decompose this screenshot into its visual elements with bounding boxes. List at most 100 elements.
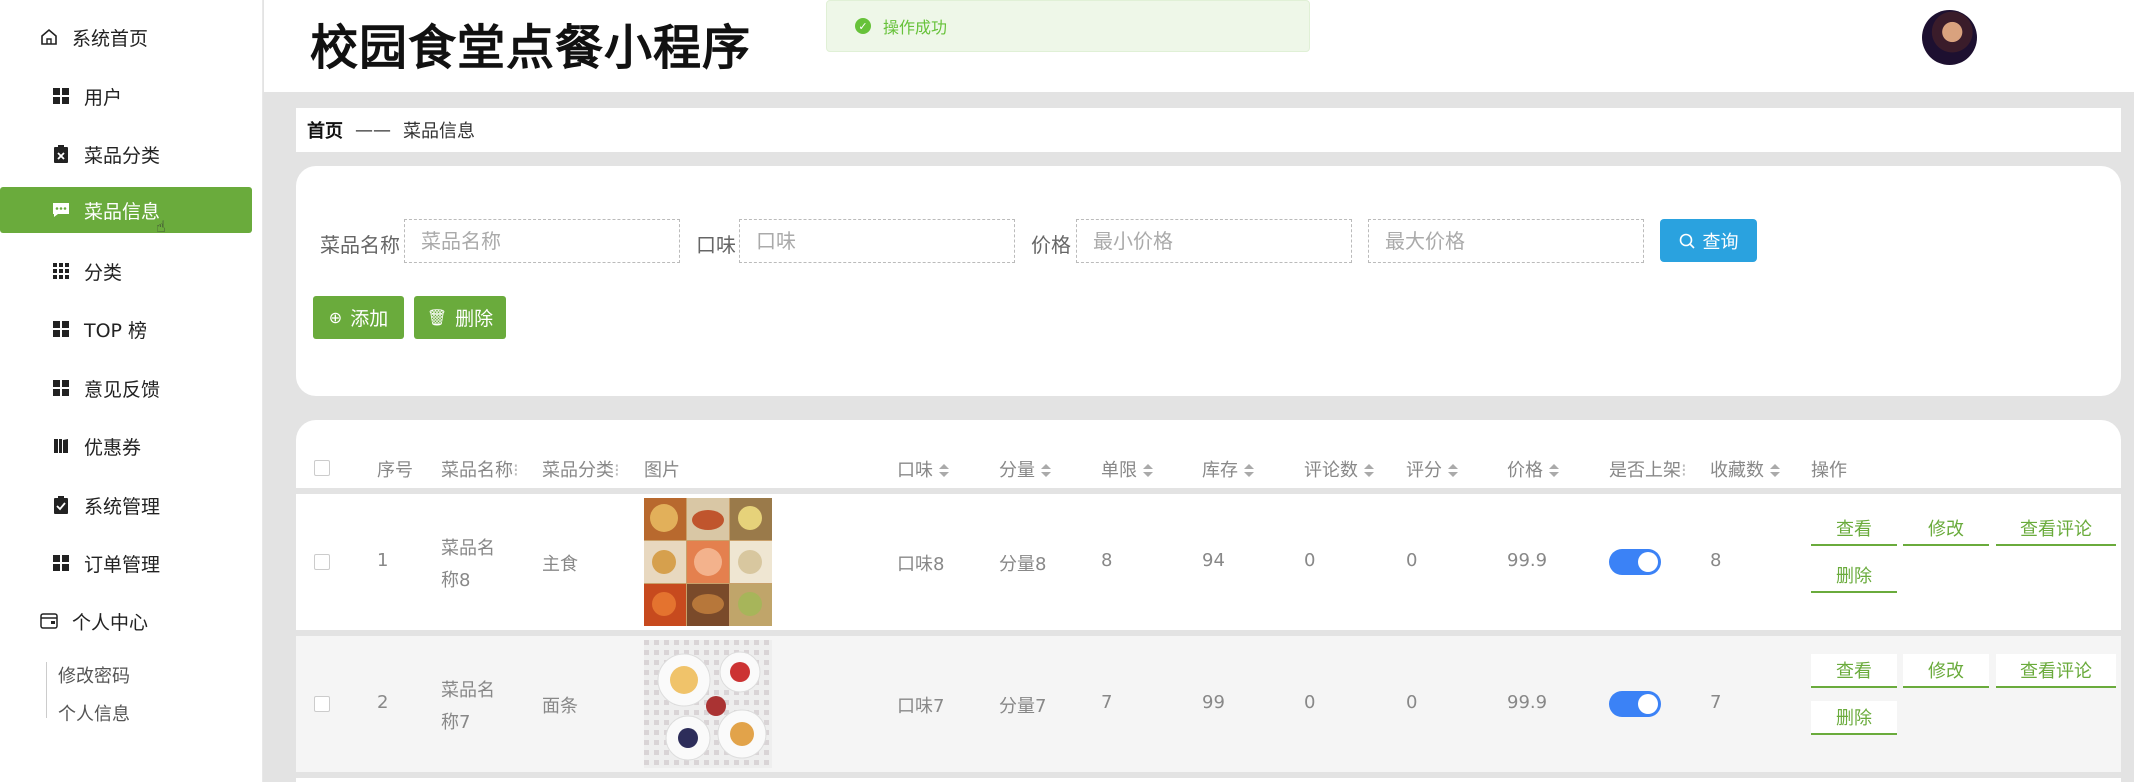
edit-button[interactable]: 修改: [1903, 512, 1989, 546]
query-button[interactable]: 查询: [1660, 219, 1757, 262]
edit-button[interactable]: 修改: [1903, 654, 1989, 688]
min-price-input[interactable]: [1076, 219, 1352, 263]
cell-category: 主食: [542, 554, 578, 575]
view-button[interactable]: 查看: [1811, 654, 1897, 688]
cell-name-line1: 菜品名: [441, 538, 495, 559]
col-name-label: 菜品名称: [441, 460, 513, 481]
cell-rating: 0: [1406, 692, 1418, 713]
cell-portion: 分量8: [999, 554, 1047, 575]
sidebar-item-profile[interactable]: 个人信息: [58, 700, 130, 726]
col-taste-label: 口味: [897, 460, 933, 481]
dish-thumbnail[interactable]: [644, 640, 772, 768]
cell-rating: 0: [1406, 550, 1418, 571]
cell-price: 99.9: [1507, 550, 1548, 571]
col-rating-label: 评分: [1406, 460, 1442, 481]
sidebar-item-category[interactable]: 分类: [0, 248, 252, 294]
dish-name-input[interactable]: [404, 219, 680, 263]
table-row: 2 菜品名 称7 面条 口味7 分量7 7 99 0 0 99.9 7 查看 修…: [296, 636, 2121, 772]
sidebar-item-label: 意见反馈: [84, 378, 161, 401]
sidebar-item-label: 分类: [84, 261, 123, 284]
col-taste[interactable]: 口味: [897, 456, 949, 482]
breadcrumb-home[interactable]: 首页: [307, 117, 343, 143]
col-on-shelf[interactable]: 是否上架⁝: [1609, 456, 1687, 482]
col-rating[interactable]: 评分: [1406, 456, 1458, 482]
cell-stock: 94: [1202, 550, 1225, 571]
taste-input[interactable]: [739, 219, 1015, 263]
col-favorites[interactable]: 收藏数: [1710, 456, 1780, 482]
sidebar-item-label: 系统管理: [84, 495, 161, 518]
col-stock[interactable]: 库存: [1202, 456, 1254, 482]
breadcrumb-current: 菜品信息: [403, 121, 475, 142]
row-checkbox[interactable]: [314, 554, 330, 570]
col-portion-label: 分量: [999, 460, 1035, 481]
sidebar-item-top[interactable]: TOP 榜: [0, 306, 252, 352]
col-limit[interactable]: 单限: [1101, 456, 1153, 482]
check-circle-icon: ✓: [855, 18, 871, 34]
cell-limit: 8: [1101, 550, 1113, 571]
col-index: 序号: [377, 460, 413, 481]
row-delete-button[interactable]: 删除: [1811, 559, 1897, 593]
view-button[interactable]: 查看: [1811, 512, 1897, 546]
sidebar-item-orders[interactable]: 订单管理: [0, 540, 252, 586]
max-price-input[interactable]: [1368, 219, 1644, 263]
col-actions: 操作: [1811, 460, 1847, 481]
sidebar-item-system[interactable]: 系统管理: [0, 482, 252, 528]
app-title: 校园食堂点餐小程序: [310, 20, 752, 76]
sidebar-item-label: 优惠券: [84, 436, 142, 459]
sidebar-item-dish-info[interactable]: 菜品信息 ☝: [0, 187, 252, 236]
cell-comments: 0: [1304, 692, 1316, 713]
add-button[interactable]: ⊕ 添加: [313, 296, 404, 339]
home-icon: [40, 28, 58, 46]
sort-icon: [1244, 464, 1254, 478]
grid-icon: [52, 554, 70, 572]
col-image: 图片: [644, 460, 680, 481]
row-checkbox[interactable]: [314, 696, 330, 712]
col-price[interactable]: 价格: [1507, 456, 1559, 482]
view-comments-button[interactable]: 查看评论: [1996, 654, 2116, 688]
col-comments[interactable]: 评论数: [1304, 456, 1374, 482]
sort-icon: [1143, 464, 1153, 478]
sort-icon: [1448, 464, 1458, 478]
select-all-checkbox[interactable]: [314, 460, 330, 476]
submenu-line: [46, 662, 47, 718]
sidebar-item-dish-category[interactable]: 菜品分类: [0, 131, 252, 177]
col-limit-label: 单限: [1101, 460, 1137, 481]
cell-limit: 7: [1101, 692, 1113, 713]
sidebar-item-label: 订单管理: [84, 553, 161, 576]
on-shelf-toggle[interactable]: [1609, 691, 1661, 717]
dish-thumbnail[interactable]: [644, 498, 772, 626]
col-comments-label: 评论数: [1304, 460, 1358, 481]
sort-icon: [1041, 464, 1051, 478]
sort-icon: [1364, 464, 1374, 478]
table-row: 1 菜品名 称8 主食 口味8 分量8 8 94 0 0 99.9 8 查看 修…: [296, 494, 2121, 630]
add-button-label: 添加: [350, 308, 389, 330]
sidebar-item-users[interactable]: 用户: [0, 73, 252, 119]
cell-name-line2: 称8: [441, 570, 471, 591]
cell-favorites: 7: [1710, 692, 1722, 713]
row-delete-button[interactable]: 删除: [1811, 701, 1897, 735]
col-category[interactable]: 菜品分类⁝: [542, 456, 620, 482]
avatar[interactable]: [1922, 10, 1977, 65]
col-price-label: 价格: [1507, 460, 1543, 481]
col-name[interactable]: 菜品名称⁝: [441, 456, 519, 482]
row-divider: [296, 772, 2121, 778]
view-comments-button[interactable]: 查看评论: [1996, 512, 2116, 546]
delete-button[interactable]: 🗑 删除: [414, 296, 506, 339]
wallet-icon: [40, 612, 58, 630]
sidebar-item-home[interactable]: 系统首页: [0, 14, 252, 60]
data-table: 序号 菜品名称⁝ 菜品分类⁝ 图片 口味 分量 单限 库存 评论数 评分 价格 …: [296, 420, 2121, 782]
grid-icon: [52, 320, 70, 338]
on-shelf-toggle[interactable]: [1609, 549, 1661, 575]
sort-icon: [1770, 464, 1780, 478]
price-label: 价格: [1031, 233, 1071, 257]
cell-name-line2: 称7: [441, 712, 471, 733]
plus-circle-icon: ⊕: [328, 308, 343, 327]
sidebar-item-change-password[interactable]: 修改密码: [58, 662, 130, 688]
sidebar: 系统首页 用户 菜品分类 菜品信息 ☝ 分类 TOP 榜 意见反馈 优惠券 系统…: [0, 0, 263, 782]
sidebar-item-label: TOP 榜: [84, 319, 148, 342]
sidebar-item-personal[interactable]: 个人中心: [0, 598, 252, 644]
sidebar-item-feedback[interactable]: 意见反馈: [0, 365, 252, 411]
clipboard-x-icon: [52, 145, 70, 163]
sidebar-item-coupon[interactable]: 优惠券: [0, 423, 252, 469]
col-portion[interactable]: 分量: [999, 456, 1051, 482]
